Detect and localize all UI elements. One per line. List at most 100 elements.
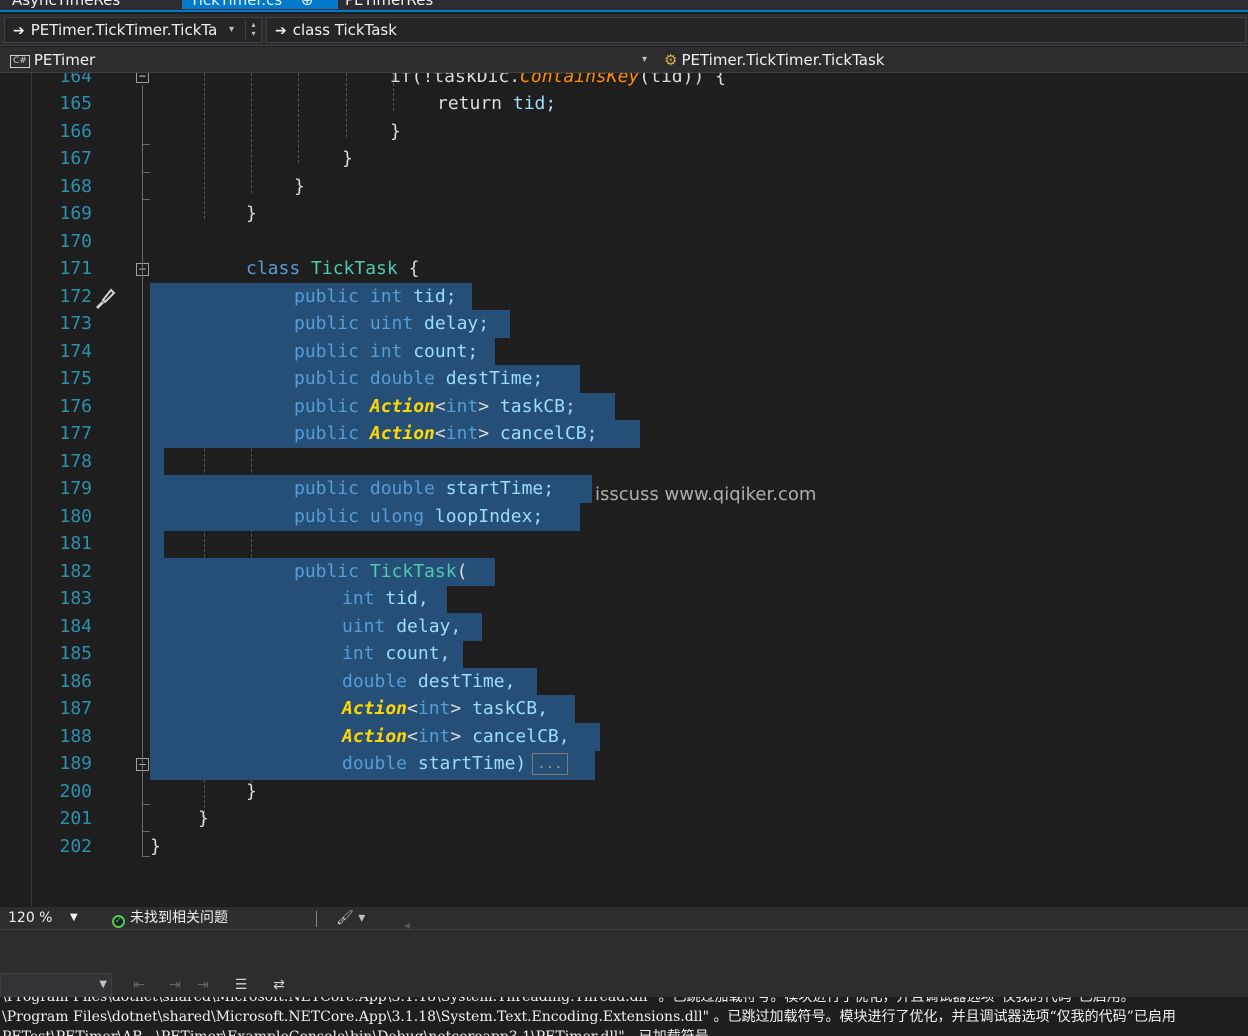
issues-label: 未找到相关问题 xyxy=(130,910,228,926)
code-line-201: } xyxy=(198,808,209,829)
pin-icon[interactable]: ⊕ xyxy=(301,0,314,9)
scroll-left-icon[interactable]: ◀ xyxy=(404,915,410,930)
line-number: 182 xyxy=(59,561,92,582)
type-dropdown[interactable]: ⚙ PETimer.TickTimer.TickTask xyxy=(664,47,885,73)
issues-indicator[interactable]: ✓ 未找到相关问题 xyxy=(112,907,228,929)
line-number: 200 xyxy=(59,781,92,802)
chevron-down-icon: ▼ xyxy=(99,979,107,990)
tab-petimerres[interactable]: PETimerRes xyxy=(345,0,433,9)
line-number: 180 xyxy=(59,506,92,527)
panel-splitter[interactable] xyxy=(0,929,1248,973)
code-line-174: public int count; xyxy=(294,341,479,362)
project-dropdown[interactable]: C# PETimer xyxy=(10,47,95,73)
output-line: \Program Files\dotnet\shared\Microsoft.N… xyxy=(2,1009,1176,1025)
line-number-gutter: 164 165 166 167 168 169 170 171 172 173 … xyxy=(32,73,149,907)
close-icon[interactable]: ✕ xyxy=(198,9,211,10)
line-number: 178 xyxy=(59,451,92,472)
find-message-icon[interactable]: ⇤ xyxy=(130,976,148,994)
collapse-toggle-icon[interactable]: − xyxy=(136,73,149,83)
tab-label: TickTimer.cs xyxy=(190,0,283,9)
indent-guide xyxy=(204,73,205,219)
code-line-172: public int tid; xyxy=(294,286,457,307)
line-number: 168 xyxy=(59,176,92,197)
code-line-183: int tid, xyxy=(342,588,429,609)
line-number: 165 xyxy=(59,93,92,114)
tab-asynctimeres[interactable]: AsyncTimeRes xyxy=(12,0,120,9)
arrow-right-icon: ➔ xyxy=(13,23,25,39)
brush-icon[interactable] xyxy=(92,285,118,311)
line-number: 188 xyxy=(59,726,92,747)
indent-guide xyxy=(251,73,252,193)
code-editor[interactable]: 164 165 166 167 168 169 170 171 172 173 … xyxy=(0,73,1248,907)
class-icon: ⚙ xyxy=(664,51,678,69)
output-toolbar: ▼ ⇤ ⇥ ⇥ ☰ ⇄ xyxy=(0,973,1248,997)
type-label: PETimer.TickTimer.TickTask xyxy=(681,51,885,69)
indent-guide xyxy=(346,73,347,137)
navigation-bar: ➔ PETimer.TickTimer.TickTa ▾ ▴ ▾ ➔ class Ti… xyxy=(0,14,1248,46)
fold-end-tick xyxy=(142,831,150,832)
word-wrap-icon[interactable]: ⇄ xyxy=(270,976,288,994)
fold-end-tick xyxy=(142,804,150,805)
code-cleanup-icon[interactable]: 🖌 ▾ xyxy=(336,907,365,929)
chevron-down-icon[interactable]: ▾ xyxy=(229,18,234,42)
separator xyxy=(316,911,317,927)
code-line-186: double destTime, xyxy=(342,671,516,692)
check-circle-icon: ✓ xyxy=(112,915,125,928)
line-number: 171 xyxy=(59,258,92,279)
member-combo[interactable]: ➔ class TickTask xyxy=(266,17,1246,43)
clear-all-icon[interactable]: ☰ xyxy=(232,976,250,994)
previous-message-icon[interactable]: ⇥ xyxy=(166,976,184,994)
fold-end-tick xyxy=(142,856,150,857)
line-number: 184 xyxy=(59,616,92,637)
code-line-200: } xyxy=(246,781,257,802)
code-line-165: return tid; xyxy=(437,93,557,114)
line-number: 179 xyxy=(59,478,92,499)
line-number: 166 xyxy=(59,121,92,142)
output-line: PETest\PETimer\AR \PETimer\ExampleConsol… xyxy=(2,1027,723,1036)
code-line-171: class TickTask { xyxy=(246,258,420,279)
csharp-project-icon: C# xyxy=(10,55,30,68)
scope-combo[interactable]: ➔ PETimer.TickTimer.TickTa ▾ ▴ ▾ xyxy=(4,17,262,43)
line-number: 176 xyxy=(59,396,92,417)
line-number: 201 xyxy=(59,808,92,829)
chevron-down-icon[interactable]: ▾ xyxy=(642,47,647,73)
next-message-icon[interactable]: ⇥ xyxy=(194,976,212,994)
code-line-169: } xyxy=(246,203,257,224)
line-number: 186 xyxy=(59,671,92,692)
selection-highlight xyxy=(150,448,164,476)
code-line-189: double startTime)... xyxy=(342,750,568,777)
output-pane[interactable]: \Program Files\dotnet\shared\Microsoft.N… xyxy=(0,997,1248,1036)
code-line-188: Action<int> cancelCB, xyxy=(342,726,570,747)
line-number: 169 xyxy=(59,203,92,224)
code-line-185: int count, xyxy=(342,643,451,664)
line-number: 170 xyxy=(59,231,92,252)
member-combo-label: class TickTask xyxy=(292,21,397,39)
code-line-187: Action<int> taskCB, xyxy=(342,698,548,719)
line-number: 187 xyxy=(59,698,92,719)
code-line-202: } xyxy=(150,836,161,857)
editor-status-bar: 120 % ▼ ✓ 未找到相关问题 🖌 ▾ ◀ xyxy=(0,907,1248,930)
tab-ticktimer-cs[interactable]: TickTimer.cs ⊕ ✕ xyxy=(182,0,338,10)
spin-updown-icon[interactable]: ▴ ▾ xyxy=(245,20,261,40)
zoom-level[interactable]: 120 % xyxy=(8,907,52,929)
code-line-173: public uint delay; xyxy=(294,313,490,334)
output-line: \Program Files\dotnet\shared\Microsoft.N… xyxy=(2,997,1135,1005)
line-number: 181 xyxy=(59,533,92,554)
line-number: 177 xyxy=(59,423,92,444)
code-line-177: public Action<int> cancelCB; xyxy=(294,423,598,444)
code-line-180: public ulong loopIndex; xyxy=(294,506,544,527)
chevron-down-icon[interactable]: ▼ xyxy=(70,907,78,929)
code-line-175: public double destTime; xyxy=(294,368,544,389)
line-number: 175 xyxy=(59,368,92,389)
line-number: 164 xyxy=(59,73,92,87)
scope-combo-label: PETimer.TickTimer.TickTa xyxy=(30,21,218,39)
collapsed-region-marker[interactable]: ... xyxy=(532,753,568,775)
fold-end-tick xyxy=(142,199,150,200)
selection-highlight xyxy=(150,530,164,558)
code-line-166: } xyxy=(390,121,401,142)
code-line-164: if(!taskDic.ContainsKey(tid)) { xyxy=(390,73,726,87)
fold-end-tick xyxy=(142,144,150,145)
indent-guide xyxy=(298,73,299,163)
output-source-combo[interactable]: ▼ xyxy=(0,973,112,997)
project-label: PETimer xyxy=(33,51,96,69)
